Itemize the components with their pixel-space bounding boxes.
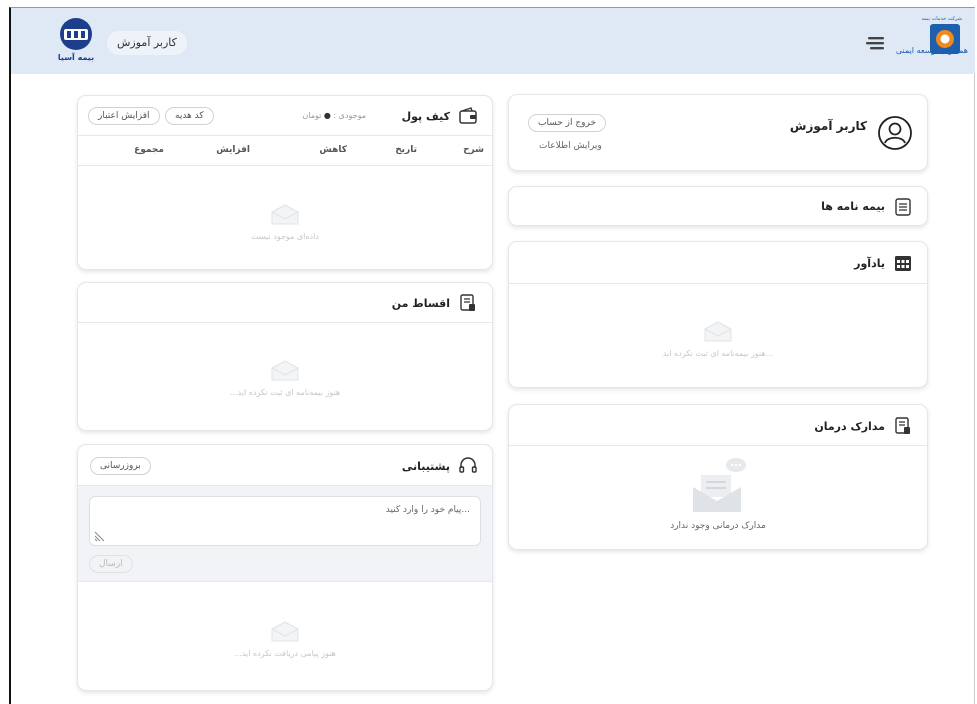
balance-label: موجودی : (333, 111, 366, 120)
refresh-button[interactable]: بروزرسانی (90, 457, 151, 475)
installments-empty-text: ...هنوز بیمه‌نامه ای ثبت نکرده اید (229, 388, 341, 397)
reminder-empty-text: هنوز بیمه‌نامه ای ثبت نکرده اید... (662, 349, 774, 358)
wallet-empty-state: داده‌ای موجود نیست (78, 202, 492, 241)
message-input[interactable]: پیام خود را وارد کنید... (89, 496, 481, 546)
brand-left-text: بیمه آسیا (57, 53, 95, 62)
medical-docs-empty-state: مدارک درمانی وجود ندارد (509, 457, 927, 531)
empty-inbox-icon (271, 204, 299, 225)
column-header[interactable]: تاریخ (395, 145, 417, 155)
reminder-empty-state: هنوز بیمه‌نامه ای ثبت نکرده اید... (509, 319, 927, 358)
wallet-icon (458, 106, 478, 126)
wallet-card-header: کیف پول موجودی : ● تومان کد هدیه افزایش … (78, 96, 492, 136)
document-icon (458, 293, 478, 313)
wallet-title: کیف پول (401, 110, 450, 123)
column-header[interactable]: شرح (463, 145, 484, 155)
gift-code-button[interactable]: کد هدیه (165, 107, 214, 125)
send-button[interactable]: ارسال (89, 555, 133, 573)
installments-card-header: اقساط من (78, 283, 492, 323)
user-menu[interactable]: کاربر آموزش (107, 31, 187, 55)
add-credit-button[interactable]: افزایش اعتبار (88, 107, 160, 125)
wallet-table-header: شرح تاریخ کاهش افزایش مجموع (78, 136, 492, 166)
empty-inbox-icon (271, 621, 299, 642)
empty-inbox-icon (704, 321, 732, 342)
column-header[interactable]: مجموع (134, 145, 164, 155)
reminder-card: یادآور هنوز بیمه‌نامه ای ثبت نکرده اید..… (508, 241, 928, 388)
document-icon (893, 416, 913, 436)
top-header: بیمه آسیا کاربر آموزش شرکت خدمات بیمه هم… (11, 8, 975, 74)
empty-mailbox-icon (693, 458, 746, 512)
column-header[interactable]: افزایش (216, 145, 250, 155)
column-header[interactable]: کاهش (319, 145, 347, 155)
balance-value: ● (323, 111, 331, 120)
installments-title: اقساط من (391, 297, 450, 310)
medical-docs-card: مدارک درمان مدارک درمانی وجود ندارد (508, 404, 928, 550)
support-empty-state: ...هنوز پیامی دریافت نکرده اید (78, 619, 492, 658)
wallet-empty-text: داده‌ای موجود نیست (251, 232, 319, 241)
app-window: بیمه آسیا کاربر آموزش شرکت خدمات بیمه هم… (9, 7, 975, 704)
reminder-card-header: یادآور (509, 242, 927, 284)
message-placeholder: پیام خود را وارد کنید... (385, 505, 470, 515)
logout-button[interactable]: خروج از حساب (528, 114, 607, 132)
reminder-title: یادآور (854, 257, 885, 270)
empty-inbox-icon (271, 360, 299, 381)
resize-handle-icon[interactable] (93, 530, 105, 542)
wallet-card: کیف پول موجودی : ● تومان کد هدیه افزایش … (77, 95, 493, 270)
medical-docs-card-header: مدارک درمان (509, 405, 927, 446)
support-card-header: پشتیبانی بروزرسانی (78, 445, 492, 486)
edit-profile-link[interactable]: ویرایش اطلاعات (539, 141, 602, 151)
wallet-balance: موجودی : ● تومان (302, 111, 366, 120)
support-card: پشتیبانی بروزرسانی پیام خود را وارد کنید… (77, 444, 493, 691)
installments-empty-state: ...هنوز بیمه‌نامه ای ثبت نکرده اید (78, 358, 492, 397)
hamburger-icon[interactable] (866, 35, 886, 50)
policies-card[interactable]: بیمه نامه ها (508, 186, 928, 226)
user-icon (877, 115, 913, 151)
installments-card: اقساط من ...هنوز بیمه‌نامه ای ثبت نکرده … (77, 282, 493, 431)
policies-title: بیمه نامه ها (821, 200, 885, 213)
support-empty-text: ...هنوز پیامی دریافت نکرده اید (234, 649, 336, 658)
profile-card: کاربر آموزش خروج از حساب ویرایش اطلاعات (508, 94, 928, 171)
support-compose-area: پیام خود را وارد کنید... ارسال (78, 486, 492, 582)
company-logo: شرکت خدمات بیمه همکاران توسعه ایمنی (896, 16, 968, 68)
balance-currency: تومان (302, 111, 322, 120)
medical-docs-empty-text: مدارک درمانی وجود ندارد (670, 521, 766, 531)
headset-icon (458, 456, 478, 476)
asia-insurance-logo[interactable]: بیمه آسیا (55, 17, 97, 65)
list-icon (893, 197, 913, 217)
calendar-icon (893, 253, 913, 273)
support-title: پشتیبانی (401, 460, 450, 473)
medical-docs-title: مدارک درمان (814, 420, 885, 433)
profile-name: کاربر آموزش (789, 119, 867, 133)
brand-right-text: همکاران توسعه ایمنی (895, 46, 968, 55)
